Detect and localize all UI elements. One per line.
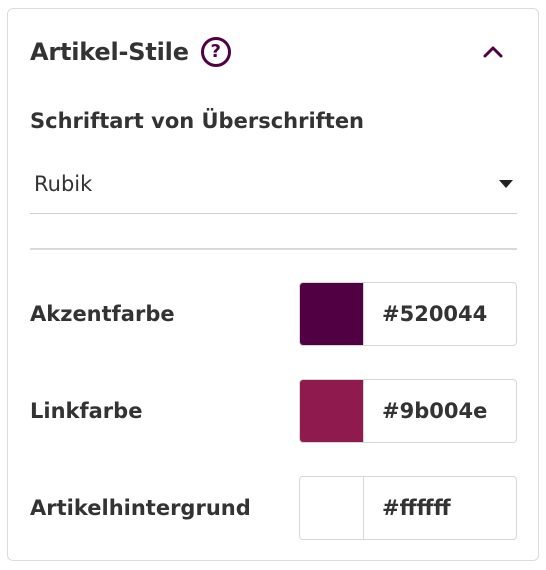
link-color-input[interactable]: #9b004e xyxy=(364,380,516,442)
link-color-control: #9b004e xyxy=(299,379,517,443)
chevron-up-icon[interactable] xyxy=(478,37,508,67)
background-color-label: Artikelhintergrund xyxy=(30,496,251,520)
link-color-label: Linkfarbe xyxy=(30,399,143,423)
heading-font-label: Schriftart von Überschriften xyxy=(30,109,365,133)
heading-font-select[interactable]: Rubik xyxy=(30,159,517,214)
heading-font-value: Rubik xyxy=(34,172,93,196)
accent-color-input[interactable]: #520044 xyxy=(364,283,516,345)
background-color-control: #ffffff xyxy=(299,476,517,540)
accent-color-swatch[interactable] xyxy=(300,283,364,345)
caret-down-icon xyxy=(499,180,513,188)
accent-color-control: #520044 xyxy=(299,282,517,346)
accent-color-row: Akzentfarbe #520044 xyxy=(30,282,517,346)
panel-header: Artikel-Stile ? xyxy=(30,31,516,73)
accent-color-label: Akzentfarbe xyxy=(30,302,175,326)
background-color-swatch[interactable] xyxy=(300,477,364,539)
link-color-row: Linkfarbe #9b004e xyxy=(30,379,517,443)
background-color-row: Artikelhintergrund #ffffff xyxy=(30,476,517,540)
panel-title: Artikel-Stile xyxy=(30,38,189,66)
article-styles-panel: Artikel-Stile ? Schriftart von Überschri… xyxy=(7,8,539,561)
question-circle-icon[interactable]: ? xyxy=(200,37,231,67)
section-divider xyxy=(30,248,517,250)
background-color-input[interactable]: #ffffff xyxy=(364,477,516,539)
link-color-swatch[interactable] xyxy=(300,380,364,442)
